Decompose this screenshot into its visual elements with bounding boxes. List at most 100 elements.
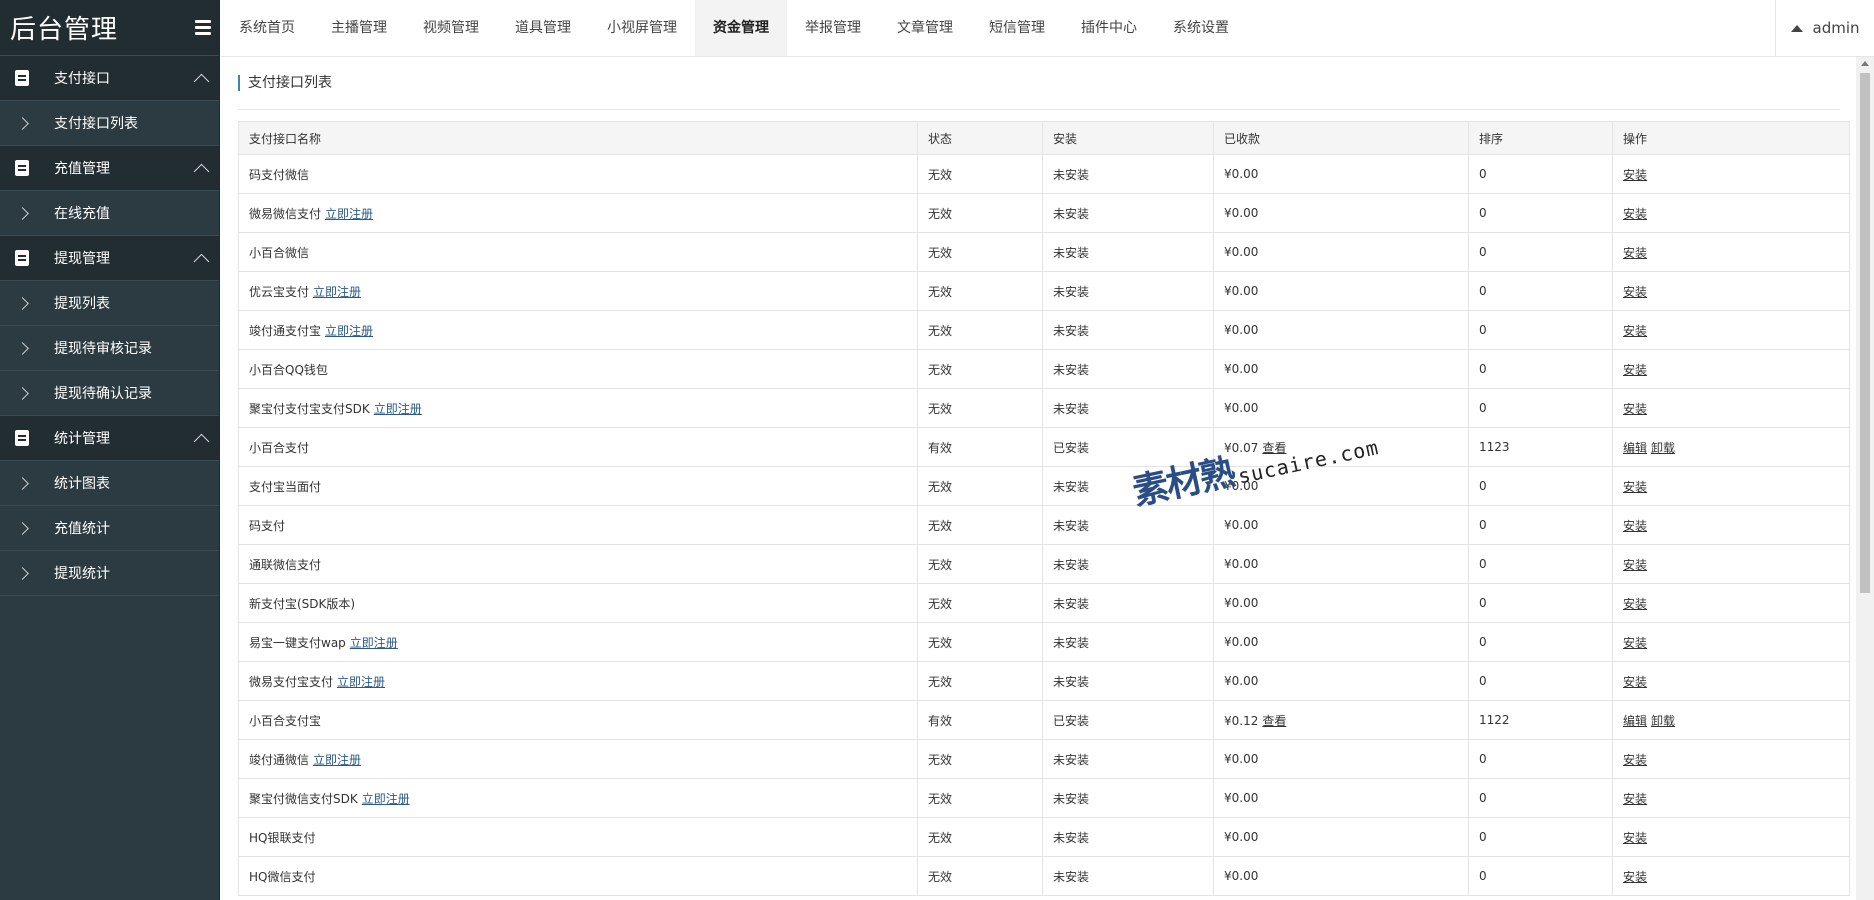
sidebar-item[interactable]: 提现列表: [0, 281, 219, 326]
sidebar-group[interactable]: 提现管理: [0, 236, 219, 281]
table-row: 优云宝支付 立即注册 无效 未安装 ¥0.00 0 安装: [238, 271, 1850, 311]
cell-received: ¥0.00: [1213, 661, 1469, 701]
cell-sort: 0: [1468, 583, 1613, 623]
cell-status: 无效: [917, 232, 1043, 272]
action-link[interactable]: 卸载: [1651, 441, 1675, 455]
cell-actions: 安装: [1612, 232, 1850, 272]
nav-tab[interactable]: 举报管理: [787, 0, 879, 56]
sidebar-item[interactable]: 统计图表: [0, 461, 219, 506]
received-amount: ¥0.00: [1224, 479, 1259, 493]
sidebar-item[interactable]: 充值统计: [0, 506, 219, 551]
doc-icon-wrap: [0, 250, 44, 266]
cell-sort: 0: [1468, 232, 1613, 272]
action-link[interactable]: 安装: [1623, 675, 1647, 689]
cell-name: 支付宝当面付: [238, 466, 918, 506]
view-link[interactable]: 查看: [1262, 714, 1286, 728]
sidebar-item[interactable]: 支付接口列表: [0, 101, 219, 146]
action-link[interactable]: 安装: [1623, 207, 1647, 221]
register-link[interactable]: 立即注册: [325, 207, 373, 221]
chevron-up-icon: [193, 163, 210, 179]
cell-name: 码支付微信: [238, 154, 918, 194]
register-link[interactable]: 立即注册: [325, 324, 373, 338]
scrollbar-thumb[interactable]: [1860, 73, 1870, 593]
column-header-sort: 排序: [1468, 121, 1613, 155]
cell-sort: 1123: [1468, 427, 1613, 467]
cell-status: 无效: [917, 271, 1043, 311]
table-row: 聚宝付支付宝支付SDK 立即注册 无效 未安装 ¥0.00 0 安装: [238, 388, 1850, 428]
cell-received: ¥0.00: [1213, 154, 1469, 194]
cell-install: 未安装: [1042, 544, 1214, 584]
register-link[interactable]: 立即注册: [313, 285, 361, 299]
cell-status: 无效: [917, 388, 1043, 428]
nav-tab[interactable]: 视频管理: [405, 0, 497, 56]
cell-status: 无效: [917, 154, 1043, 194]
nav-tab[interactable]: 系统设置: [1155, 0, 1247, 56]
page-title: 支付接口列表: [238, 75, 332, 91]
action-link[interactable]: 安装: [1623, 753, 1647, 767]
action-link[interactable]: 安装: [1623, 246, 1647, 260]
cell-install: 未安装: [1042, 193, 1214, 233]
nav-tab[interactable]: 小视屏管理: [589, 0, 695, 56]
arrow-wrap: [0, 386, 44, 400]
action-link[interactable]: 安装: [1623, 597, 1647, 611]
action-link[interactable]: 安装: [1623, 480, 1647, 494]
register-link[interactable]: 立即注册: [313, 753, 361, 767]
sidebar: 后台管理 支付接口 支付接口列表 充值管理 在线充值 提现管理 提现列表 提现待审核记录 提现…: [0, 0, 220, 900]
action-link[interactable]: 安装: [1623, 792, 1647, 806]
action-link[interactable]: 编辑: [1623, 714, 1647, 728]
nav-tab[interactable]: 资金管理: [695, 0, 787, 56]
register-link[interactable]: 立即注册: [362, 792, 410, 806]
scrollbar[interactable]: [1856, 57, 1874, 900]
action-link[interactable]: 安装: [1623, 402, 1647, 416]
received-amount: ¥0.00: [1224, 167, 1259, 181]
sidebar-group[interactable]: 充值管理: [0, 146, 219, 191]
cell-actions: 安装: [1612, 505, 1850, 545]
action-link[interactable]: 卸载: [1651, 714, 1675, 728]
cell-received: ¥0.00: [1213, 349, 1469, 389]
nav-tab[interactable]: 道具管理: [497, 0, 589, 56]
action-link[interactable]: 安装: [1623, 363, 1647, 377]
register-link[interactable]: 立即注册: [374, 402, 422, 416]
nav-tab[interactable]: 系统首页: [221, 0, 313, 56]
nav-tab[interactable]: 插件中心: [1063, 0, 1155, 56]
action-link[interactable]: 安装: [1623, 636, 1647, 650]
cell-install: 未安装: [1042, 232, 1214, 272]
cell-status: 无效: [917, 778, 1043, 818]
sidebar-item[interactable]: 在线充值: [0, 191, 219, 236]
sidebar-item[interactable]: 提现待审核记录: [0, 326, 219, 371]
cell-status: 无效: [917, 544, 1043, 584]
nav-tab[interactable]: 短信管理: [971, 0, 1063, 56]
table-row: 小百合支付 有效 已安装 ¥0.07 查看 1123 编辑 卸载: [238, 427, 1850, 467]
action-link[interactable]: 安装: [1623, 870, 1647, 884]
action-link[interactable]: 安装: [1623, 831, 1647, 845]
scroll-up-icon[interactable]: [1861, 61, 1869, 66]
interface-name: 通联微信支付: [249, 557, 322, 572]
user-menu[interactable]: admin: [1775, 0, 1874, 56]
table-row: 易宝一键支付wap 立即注册 无效 未安装 ¥0.00 0 安装: [238, 622, 1850, 662]
sidebar-item[interactable]: 提现统计: [0, 551, 219, 596]
register-link[interactable]: 立即注册: [350, 636, 398, 650]
action-link[interactable]: 安装: [1623, 324, 1647, 338]
action-link[interactable]: 安装: [1623, 285, 1647, 299]
cell-status: 无效: [917, 739, 1043, 779]
cell-sort: 0: [1468, 388, 1613, 428]
cell-received: ¥0.00: [1213, 466, 1469, 506]
register-link[interactable]: 立即注册: [337, 675, 385, 689]
cell-sort: 0: [1468, 622, 1613, 662]
action-link[interactable]: 安装: [1623, 558, 1647, 572]
app-title: 后台管理: [10, 15, 119, 45]
sidebar-group[interactable]: 支付接口: [0, 56, 219, 101]
action-link[interactable]: 安装: [1623, 519, 1647, 533]
nav-tab[interactable]: 主播管理: [313, 0, 405, 56]
sidebar-item-label: 统计图表: [54, 476, 110, 492]
sidebar-group-label: 统计管理: [54, 431, 110, 447]
cell-received: ¥0.00: [1213, 817, 1469, 857]
view-link[interactable]: 查看: [1262, 441, 1286, 455]
action-link[interactable]: 安装: [1623, 168, 1647, 182]
arrow-wrap: [0, 296, 44, 310]
menu-toggle-icon[interactable]: [195, 20, 211, 35]
sidebar-group[interactable]: 统计管理: [0, 416, 219, 461]
action-link[interactable]: 编辑: [1623, 441, 1647, 455]
sidebar-item[interactable]: 提现待确认记录: [0, 371, 219, 416]
nav-tab[interactable]: 文章管理: [879, 0, 971, 56]
